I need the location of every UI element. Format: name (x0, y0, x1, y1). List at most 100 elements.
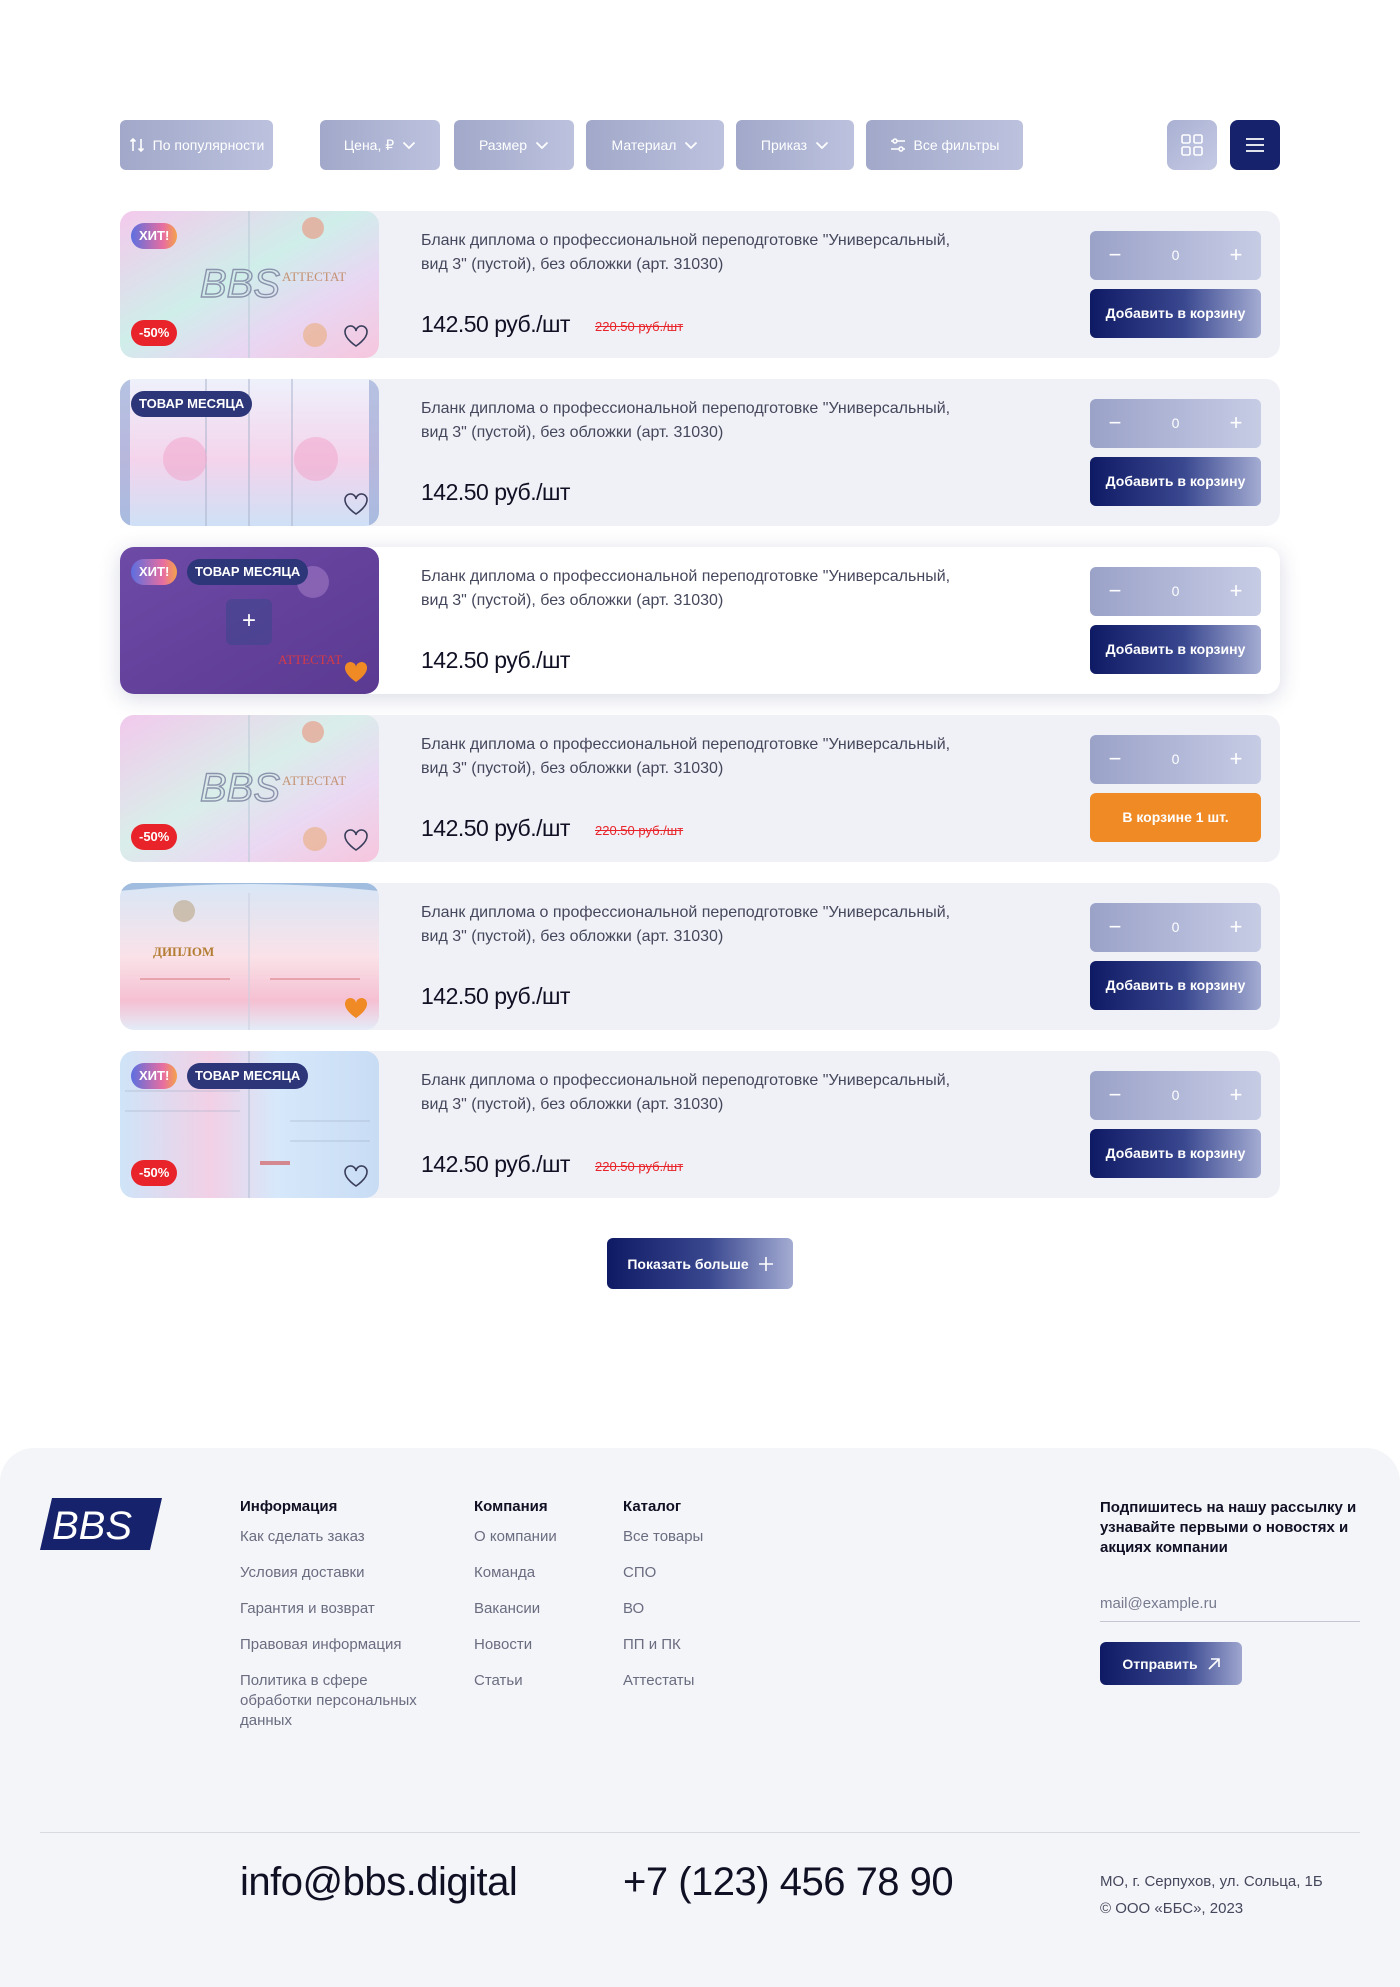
quantity-value[interactable]: 0 (1140, 1071, 1211, 1120)
product-image[interactable]: ДИПЛОМ (120, 883, 379, 1030)
all-filters-button[interactable]: Все фильтры (866, 120, 1023, 170)
quantity-value[interactable]: 0 (1140, 735, 1211, 784)
product-of-month-badge: ТОВАР МЕСЯЦА (187, 1063, 309, 1089)
heart-icon[interactable] (343, 324, 369, 348)
sort-button[interactable]: По популярности (120, 120, 273, 170)
product-title[interactable]: Бланк диплома о профессиональной перепод… (421, 229, 981, 277)
increase-button[interactable]: + (1211, 399, 1261, 448)
subscribe-send-button[interactable]: Отправить (1100, 1642, 1242, 1685)
footer-column-title: Компания (474, 1498, 548, 1515)
company-address: МО, г. Серпухов, ул. Сольца, 1Б © ООО «Б… (1100, 1868, 1323, 1922)
sort-label: По популярности (152, 137, 265, 153)
contact-email-link[interactable]: info@bbs.digital (240, 1860, 518, 1905)
decrease-button[interactable]: − (1090, 567, 1140, 616)
bbs-logo[interactable]: BBS (40, 1498, 162, 1550)
product-image[interactable]: ТОВАР МЕСЯЦА (120, 379, 379, 526)
quantity-value[interactable]: 0 (1140, 903, 1211, 952)
show-more-button[interactable]: Показать больше (607, 1238, 793, 1289)
footer-link[interactable]: Вакансии (474, 1599, 557, 1619)
old-price: 220.50 руб./шт (595, 1159, 684, 1174)
quantity-stepper: − 0 + (1090, 231, 1261, 280)
footer-link[interactable]: Аттестаты (623, 1671, 703, 1691)
footer-info-column: Информация Как сделать заказ Условия дос… (240, 1498, 420, 1731)
filter-order[interactable]: Приказ (736, 120, 854, 170)
footer-link[interactable]: ВО (623, 1599, 703, 1619)
footer-link[interactable]: Статьи (474, 1671, 557, 1691)
decrease-button[interactable]: − (1090, 231, 1140, 280)
product-card: ДИПЛОМ Бланк диплома о профессиональной … (120, 883, 1280, 1030)
sort-icon (129, 137, 144, 153)
footer-link[interactable]: Условия доставки (240, 1563, 420, 1583)
decrease-button[interactable]: − (1090, 903, 1140, 952)
quantity-value[interactable]: 0 (1140, 231, 1211, 280)
heart-icon[interactable] (343, 660, 369, 684)
product-of-month-badge: ТОВАР МЕСЯЦА (131, 391, 253, 417)
list-icon (1246, 138, 1264, 152)
footer-company-column: Компания О компании Команда Вакансии Нов… (474, 1498, 557, 1707)
quantity-stepper: − 0 + (1090, 903, 1261, 952)
quantity-value[interactable]: 0 (1140, 399, 1211, 448)
heart-icon[interactable] (343, 828, 369, 852)
grid-view-button[interactable] (1167, 120, 1217, 170)
footer-link[interactable]: Политика в сфере обработки персональных … (240, 1671, 420, 1731)
footer-link[interactable]: СПО (623, 1563, 703, 1583)
add-to-cart-button[interactable]: Добавить в корзину (1090, 289, 1261, 338)
add-to-cart-button[interactable]: Добавить в корзину (1090, 457, 1261, 506)
product-title[interactable]: Бланк диплома о профессиональной перепод… (421, 733, 981, 781)
quantity-value[interactable]: 0 (1140, 567, 1211, 616)
quick-view-button[interactable]: + (226, 599, 272, 645)
product-title[interactable]: Бланк диплома о профессиональной перепод… (421, 1069, 981, 1117)
product-price: 142.50 руб./шт (421, 311, 570, 337)
filter-price[interactable]: Цена, ₽ (320, 120, 440, 170)
footer-link[interactable]: Все товары (623, 1527, 703, 1547)
sale-badge: -50% (131, 320, 178, 346)
footer-link[interactable]: Правовая информация (240, 1635, 420, 1655)
catalog-toolbar: По популярности Цена, ₽ Размер Материал … (120, 120, 1280, 170)
contact-phone-link[interactable]: +7 (123) 456 78 90 (623, 1860, 954, 1905)
increase-button[interactable]: + (1211, 903, 1261, 952)
in-cart-button[interactable]: В корзине 1 шт. (1090, 793, 1261, 842)
decrease-button[interactable]: − (1090, 1071, 1140, 1120)
add-to-cart-button[interactable]: Добавить в корзину (1090, 1129, 1261, 1178)
add-to-cart-button[interactable]: Добавить в корзину (1090, 625, 1261, 674)
product-image[interactable]: ХИТ! ТОВАР МЕСЯЦА -50% (120, 1051, 379, 1198)
filter-size[interactable]: Размер (454, 120, 574, 170)
list-view-button[interactable] (1230, 120, 1280, 170)
svg-text:BBS: BBS (200, 766, 280, 810)
footer-divider (40, 1832, 1360, 1833)
send-label: Отправить (1122, 1655, 1198, 1672)
product-title[interactable]: Бланк диплома о профессиональной перепод… (421, 565, 981, 613)
product-title[interactable]: Бланк диплома о профессиональной перепод… (421, 901, 981, 949)
decrease-button[interactable]: − (1090, 735, 1140, 784)
footer-link[interactable]: Новости (474, 1635, 557, 1655)
heart-icon[interactable] (343, 1164, 369, 1188)
heart-icon[interactable] (343, 492, 369, 516)
add-to-cart-button[interactable]: Добавить в корзину (1090, 961, 1261, 1010)
subscribe-email-input[interactable] (1100, 1586, 1360, 1622)
footer-link[interactable]: Гарантия и возврат (240, 1599, 420, 1619)
increase-button[interactable]: + (1211, 735, 1261, 784)
address-line: МО, г. Серпухов, ул. Сольца, 1Б (1100, 1873, 1323, 1890)
product-image[interactable]: BBS АТТЕСТАТ ХИТ! -50% (120, 211, 379, 358)
product-image[interactable]: АТТЕСТАТ ХИТ! ТОВАР МЕСЯЦА + (120, 547, 379, 694)
product-image[interactable]: BBS АТТЕСТАТ -50% (120, 715, 379, 862)
footer-link[interactable]: Как сделать заказ (240, 1527, 420, 1547)
hit-badge: ХИТ! (131, 1063, 178, 1089)
product-price: 142.50 руб./шт (421, 647, 570, 673)
filter-material[interactable]: Материал (586, 120, 724, 170)
quantity-stepper: − 0 + (1090, 567, 1261, 616)
increase-button[interactable]: + (1211, 567, 1261, 616)
product-price: 142.50 руб./шт (421, 479, 570, 505)
arrow-up-right-icon (1208, 1657, 1220, 1670)
product-card: ХИТ! ТОВАР МЕСЯЦА -50% Бланк диплома о п… (120, 1051, 1280, 1198)
footer-link[interactable]: Команда (474, 1563, 557, 1583)
image-caption: ДИПЛОМ (153, 944, 214, 959)
increase-button[interactable]: + (1211, 1071, 1261, 1120)
decrease-button[interactable]: − (1090, 399, 1140, 448)
product-title[interactable]: Бланк диплома о профессиональной перепод… (421, 397, 981, 445)
heart-icon[interactable] (343, 996, 369, 1020)
increase-button[interactable]: + (1211, 231, 1261, 280)
sliders-icon (890, 138, 905, 152)
footer-link[interactable]: ПП и ПК (623, 1635, 703, 1655)
footer-link[interactable]: О компании (474, 1527, 557, 1547)
